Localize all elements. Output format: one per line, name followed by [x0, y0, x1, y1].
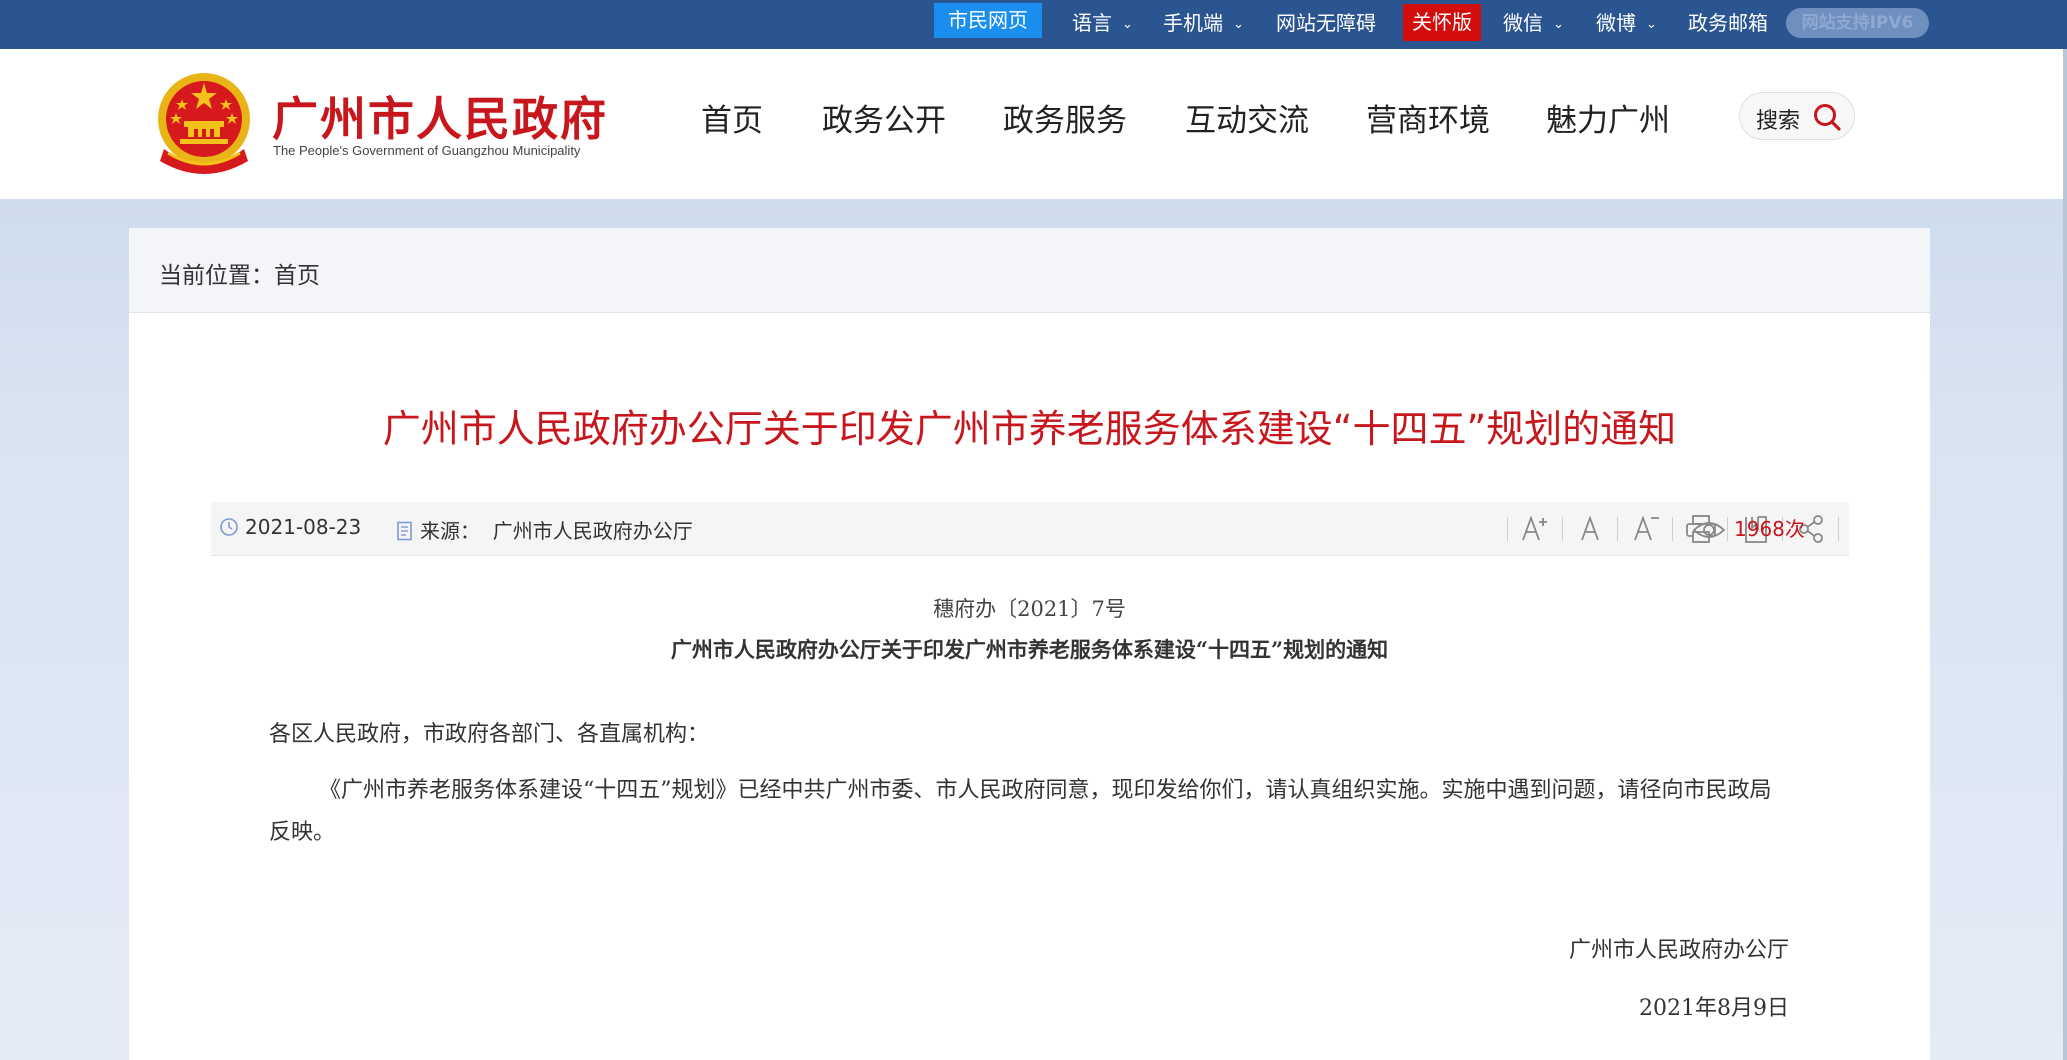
search-label: 搜索 [1756, 109, 1801, 134]
search-button[interactable]: 搜索 [1739, 92, 1855, 140]
language-menu[interactable]: 语言 ⌄ [1072, 0, 1133, 49]
document-number: 穗府办〔2021〕7号 [933, 597, 1126, 621]
search-icon [1814, 104, 1841, 131]
body-paragraph: 《广州市养老服务体系建设“十四五”规划》已经中共广州市委、市人民政府同意，现印发… [269, 778, 1772, 845]
page-edge [2063, 49, 2067, 1060]
nav-gov-services[interactable]: 政务服务 [1003, 95, 1127, 140]
view-count: 1968次 [1692, 513, 1805, 542]
gov-email-link[interactable]: 政务邮箱 [1688, 0, 1768, 49]
nav-charming-guangzhou[interactable]: 魅力广州 [1546, 95, 1670, 140]
breadcrumb-label[interactable]: 当前位置：首页 [159, 256, 320, 290]
signature-date: 2021年8月9日 [1639, 996, 1789, 1021]
toolbar-divider [1617, 517, 1618, 541]
article-title: 广州市人民政府办公厅关于印发广州市养老服务体系建设“十四五”规划的通知 [382, 407, 1677, 451]
care-version-link[interactable]: 关怀版 [1403, 4, 1481, 41]
signature-organization: 广州市人民政府办公厅 [1568, 938, 1789, 963]
wechat-menu[interactable]: 微信 ⌄ [1503, 0, 1564, 49]
document-title: 广州市人民政府办公厅关于印发广州市养老服务体系建设“十四五”规划的通知 [670, 637, 1389, 662]
clock-icon [220, 518, 238, 536]
salutation: 各区人民政府，市政府各部门、各直属机构： [269, 722, 710, 747]
nav-gov-affairs-open[interactable]: 政务公开 [822, 95, 946, 140]
chevron-down-icon: ⌄ [1233, 17, 1244, 32]
font-decrease-icon[interactable] [1628, 512, 1664, 546]
site-title[interactable]: 广州市人民政府 [272, 83, 608, 149]
font-increase-icon[interactable] [1517, 512, 1553, 546]
view-count-value: 1968 [1734, 517, 1785, 541]
toolbar-divider [1838, 517, 1839, 541]
chevron-down-icon: ⌄ [1553, 17, 1564, 32]
site-header: 广州市人民政府 The People's Government of Guang… [0, 49, 2067, 199]
nav-interaction[interactable]: 互动交流 [1185, 95, 1309, 140]
toolbar-divider [1672, 517, 1673, 541]
site-subtitle: The People's Government of Guangzhou Mun… [273, 143, 581, 158]
weibo-menu[interactable]: 微博 ⌄ [1596, 0, 1657, 49]
source-label: 来源： [420, 519, 480, 543]
language-label: 语言 [1072, 11, 1112, 35]
toolbar-divider [1507, 517, 1508, 541]
publish-date: 2021-08-23 [219, 515, 361, 539]
national-emblem-icon[interactable] [152, 69, 256, 177]
chevron-down-icon: ⌄ [1122, 17, 1133, 32]
citizen-page-link[interactable]: 市民网页 [934, 3, 1042, 38]
view-count-unit: 次 [1784, 517, 1805, 541]
content-panel: 当前位置：首页 广州市人民政府办公厅关于印发广州市养老服务体系建设“十四五”规划… [129, 228, 1930, 1060]
accessibility-link[interactable]: 网站无障碍 [1276, 0, 1376, 49]
chevron-down-icon: ⌄ [1646, 17, 1657, 32]
ipv6-badge: 网站支持IPV6 [1786, 8, 1929, 38]
top-utility-bar: 市民网页 语言 ⌄ 手机端 ⌄ 网站无障碍 关怀版 微信 ⌄ 微博 ⌄ 政务邮箱 网站支… [0, 0, 2067, 49]
eye-icon [1692, 522, 1726, 538]
article-source: 来源： 广州市人民政府办公厅 [396, 515, 693, 544]
nav-home[interactable]: 首页 [701, 95, 763, 140]
toolbar-divider [1562, 517, 1563, 541]
wechat-label: 微信 [1503, 11, 1543, 35]
mobile-menu[interactable]: 手机端 ⌄ [1163, 0, 1244, 49]
nav-business-environment[interactable]: 营商环境 [1366, 95, 1490, 140]
breadcrumb: 当前位置：首页 [129, 228, 1930, 313]
weibo-label: 微博 [1596, 11, 1636, 35]
publish-date-value: 2021-08-23 [245, 515, 362, 539]
document-icon [397, 521, 412, 541]
font-reset-icon[interactable] [1573, 512, 1609, 546]
source-value: 广州市人民政府办公厅 [492, 519, 693, 543]
article-meta-bar: 2021-08-23 来源： 广州市人民政府办公厅 1968次 [211, 502, 1849, 556]
mobile-label: 手机端 [1163, 11, 1223, 35]
